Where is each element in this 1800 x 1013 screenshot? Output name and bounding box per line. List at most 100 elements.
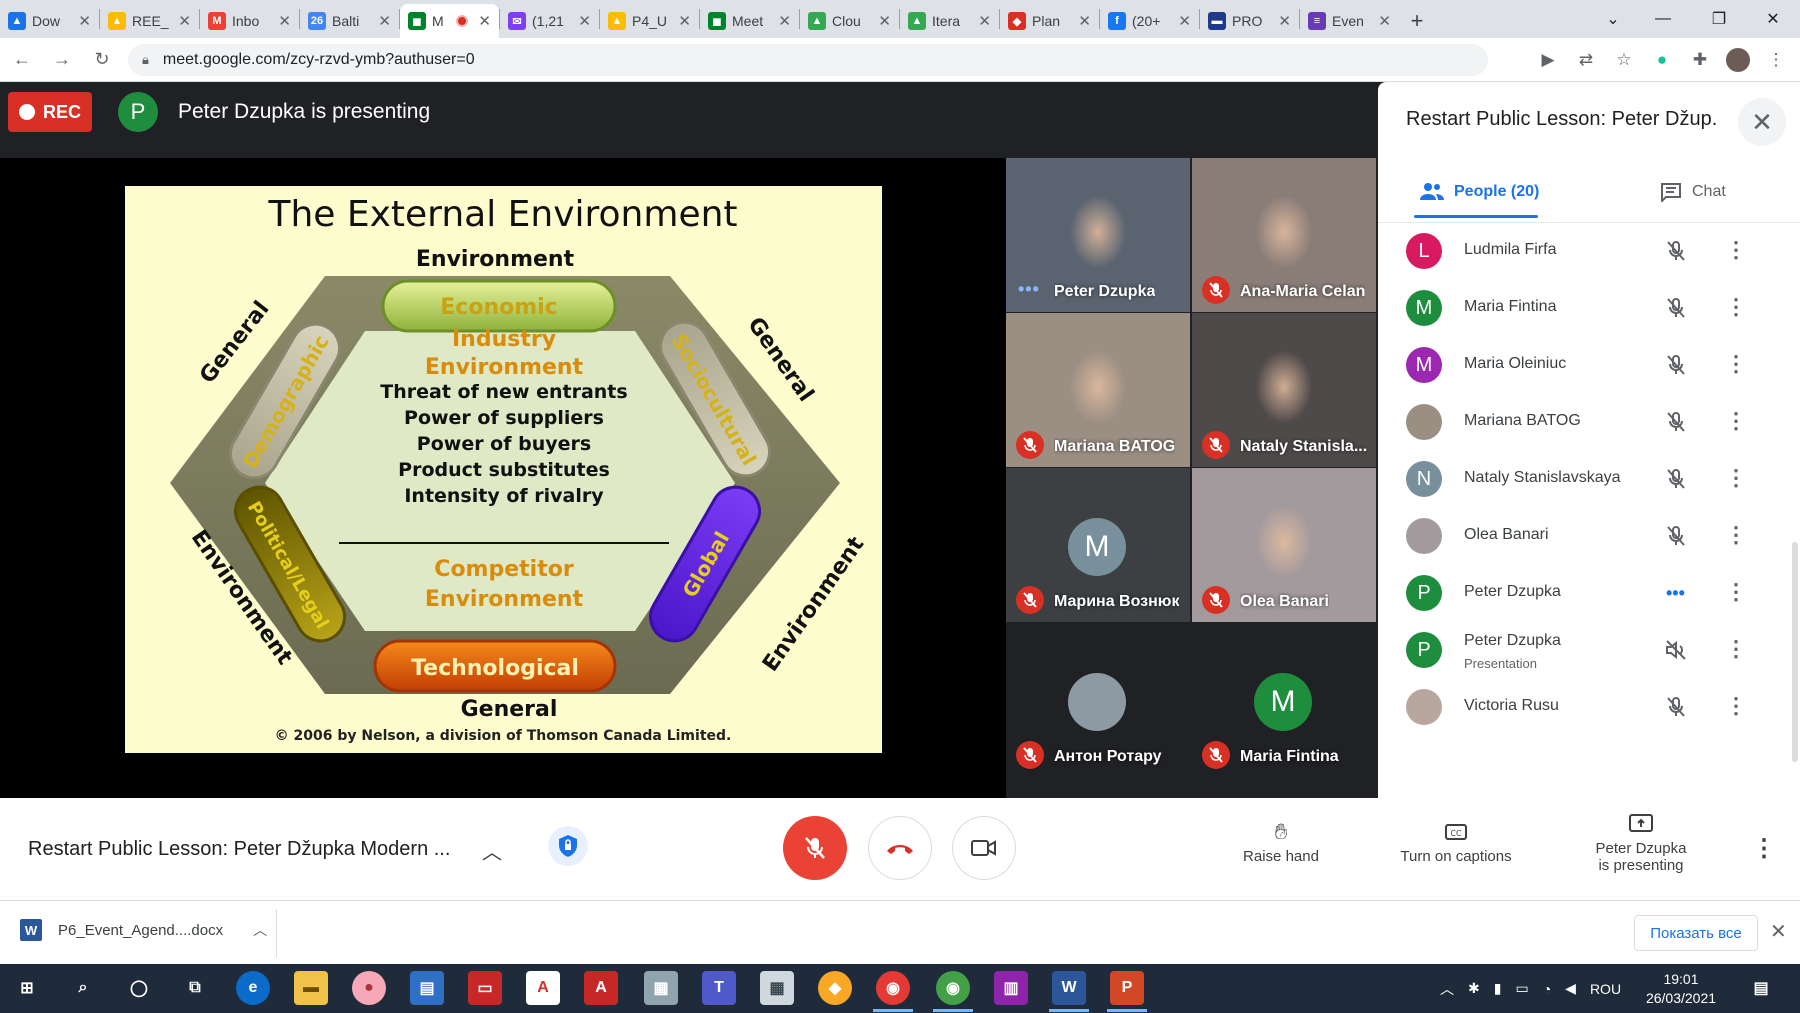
participant-more-icon[interactable]: ⋮ [1724, 522, 1748, 548]
network-drive-icon[interactable]: ▦ [644, 971, 678, 1005]
participant-more-icon[interactable]: ⋮ [1724, 465, 1748, 491]
browser-menu-icon[interactable]: ⋮ [1760, 44, 1792, 76]
browser-tab[interactable]: ◼ M ✕ [400, 4, 499, 38]
participant-tile[interactable]: Mariana BATOG [1006, 313, 1190, 467]
browser-tab[interactable]: f (20+ ✕ [1100, 4, 1199, 38]
captions-button[interactable]: CC Turn on captions [1388, 816, 1524, 865]
muted-mic-icon[interactable] [1664, 467, 1688, 491]
lock-icon[interactable]: 🔒︎ [142, 52, 149, 68]
microphone-toggle-button[interactable] [783, 816, 847, 880]
participant-row[interactable]: Olea Banari ⋮ [1378, 508, 1800, 565]
tray-overflow-icon[interactable]: ︿ [1440, 979, 1454, 999]
tab-close-icon[interactable]: ✕ [478, 12, 491, 30]
tab-close-icon[interactable]: ✕ [678, 12, 691, 30]
browser-tab[interactable]: ≡ Even ✕ [1300, 4, 1399, 38]
participant-row[interactable]: Mariana BATOG ⋮ [1378, 394, 1800, 451]
tab-close-icon[interactable]: ✕ [1078, 12, 1091, 30]
muted-mic-icon[interactable] [1664, 296, 1688, 320]
tab-close-icon[interactable]: ✕ [78, 12, 91, 30]
calculator-icon[interactable]: ▦ [760, 971, 794, 1005]
participant-tile[interactable]: Olea Banari [1192, 468, 1376, 622]
leave-call-button[interactable] [868, 816, 932, 880]
participant-more-icon[interactable]: ⋮ [1724, 237, 1748, 263]
browser-tab[interactable]: ◼ Meet ✕ [700, 4, 799, 38]
minimize-icon[interactable]: — [1640, 0, 1686, 38]
back-icon[interactable]: ← [4, 42, 40, 78]
new-tab-icon[interactable]: + [1399, 4, 1435, 38]
acrobat-pro-icon[interactable]: A [584, 971, 618, 1005]
tab-close-icon[interactable]: ✕ [178, 12, 191, 30]
meeting-details-chevron-icon[interactable]: ︿ [482, 836, 502, 865]
tab-close-icon[interactable]: ✕ [978, 12, 991, 30]
raise-hand-button[interactable]: ✋︎ Raise hand [1236, 816, 1326, 865]
browser-tab[interactable]: ▲ Clou ✕ [800, 4, 899, 38]
participant-more-icon[interactable]: ⋮ [1724, 636, 1748, 662]
word-icon[interactable]: W [1052, 971, 1086, 1005]
more-options-icon[interactable]: ⋮ [1752, 834, 1776, 863]
system-clock[interactable]: 19:01 26/03/2021 [1642, 970, 1720, 1008]
participant-row[interactable]: M Maria Fintina ⋮ [1378, 280, 1800, 337]
teams-icon[interactable]: T [702, 971, 736, 1005]
notifications-icon[interactable]: ▤ [1744, 971, 1778, 1005]
piggy-bank-icon[interactable]: ● [352, 971, 386, 1005]
panel-close-button[interactable]: ✕ [1738, 98, 1786, 146]
windows-start-icon[interactable]: ⊞ [10, 971, 44, 1005]
muted-mic-icon[interactable] [1664, 695, 1688, 719]
muted-mic-icon[interactable] [1664, 239, 1688, 263]
camera-permission-icon[interactable]: ▶︎ [1532, 44, 1564, 76]
tab-close-icon[interactable]: ✕ [578, 12, 591, 30]
participant-tile[interactable]: Ana-Maria Celan [1192, 158, 1376, 312]
vpn-icon[interactable]: ◆ [818, 971, 852, 1005]
wifi-icon[interactable]: ◔ [1543, 981, 1551, 997]
cortana-icon[interactable]: ◯ [122, 971, 156, 1005]
tab-search-icon[interactable]: ⌄ [1590, 0, 1636, 38]
browser-tab[interactable]: ▲ Dow ✕ [0, 4, 99, 38]
task-view-icon[interactable]: ⧉ [178, 971, 212, 1005]
participant-more-icon[interactable]: ⋮ [1724, 294, 1748, 320]
store-icon[interactable]: ▤ [410, 971, 444, 1005]
battery-icon[interactable]: ▭ [1515, 980, 1528, 997]
tab-people[interactable]: People (20) [1413, 174, 1539, 218]
browser-tab[interactable]: ▲ P4_U ✕ [600, 4, 699, 38]
downloads-close-icon[interactable]: ✕ [1770, 919, 1787, 944]
chrome-profile-icon[interactable]: ◉ [936, 971, 970, 1005]
tab-close-icon[interactable]: ✕ [1178, 12, 1191, 30]
profile-avatar[interactable] [1722, 44, 1754, 76]
tab-close-icon[interactable]: ✕ [278, 12, 291, 30]
presenting-button[interactable]: Peter Dzupka is presenting [1586, 808, 1696, 874]
tab-close-icon[interactable]: ✕ [1378, 12, 1391, 30]
tab-close-icon[interactable]: ✕ [878, 12, 891, 30]
participant-more-icon[interactable]: ⋮ [1724, 351, 1748, 377]
tab-close-icon[interactable]: ✕ [1278, 12, 1291, 30]
camera-toggle-button[interactable] [952, 816, 1016, 880]
chrome-icon[interactable]: ◉ [876, 971, 910, 1005]
participant-tile[interactable]: Nataly Stanisla... [1192, 313, 1376, 467]
host-controls-shield-icon[interactable] [548, 826, 588, 866]
browser-tab[interactable]: M Inbo ✕ [200, 4, 299, 38]
participant-tile[interactable]: Антон Ротару [1006, 623, 1190, 777]
participant-tile[interactable]: M Марина Вознюк [1006, 468, 1190, 622]
browser-tab[interactable]: 26 Balti ✕ [300, 4, 399, 38]
participant-tile[interactable]: M Maria Fintina [1192, 623, 1376, 777]
bookmark-star-icon[interactable]: ☆ [1608, 44, 1640, 76]
participant-more-icon[interactable]: ⋮ [1724, 693, 1748, 719]
translate-icon[interactable]: ⇄ [1570, 44, 1602, 76]
browser-tab[interactable]: ▲ Itera ✕ [900, 4, 999, 38]
tray-app-icon[interactable]: ✱ [1468, 980, 1480, 997]
participant-tile[interactable]: ••• Peter Dzupka [1006, 158, 1190, 312]
tray-mic-icon[interactable]: ▮ [1494, 980, 1502, 997]
powerpoint-icon[interactable]: P [1110, 971, 1144, 1005]
participant-row[interactable]: P Peter Dzupka ••• ⋮ [1378, 565, 1800, 622]
browser-tab[interactable]: ✉ (1,21 ✕ [500, 4, 599, 38]
file-explorer-icon[interactable]: ▬ [294, 971, 328, 1005]
meeting-title[interactable]: Restart Public Lesson: Peter Džupka Mode… [28, 838, 468, 861]
muted-mic-icon[interactable] [1664, 410, 1688, 434]
download-chevron-icon[interactable]: ︿ [253, 920, 267, 940]
extensions-puzzle-icon[interactable]: ✚ [1684, 44, 1716, 76]
grammarly-extension-icon[interactable]: ● [1646, 44, 1678, 76]
maximize-icon[interactable]: ❐ [1696, 0, 1742, 38]
window-close-icon[interactable]: ✕ [1750, 0, 1796, 38]
audio-off-icon[interactable] [1664, 638, 1688, 662]
tab-close-icon[interactable]: ✕ [778, 12, 791, 30]
participant-row[interactable]: N Nataly Stanislavskaya ⋮ [1378, 451, 1800, 508]
